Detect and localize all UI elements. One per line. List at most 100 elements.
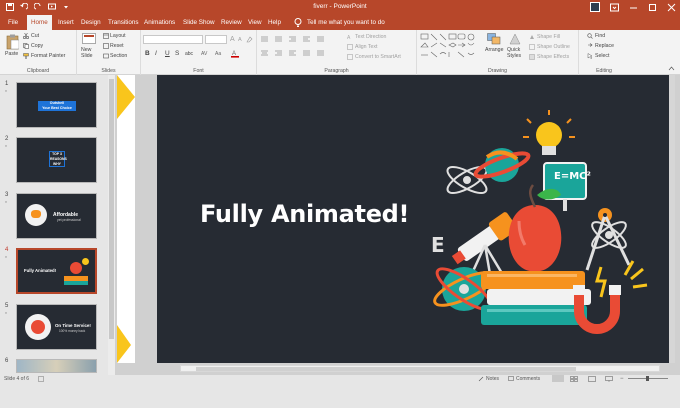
format-painter-button[interactable]: Format Painter (31, 53, 65, 59)
paste-button[interactable]: Paste (5, 51, 18, 57)
magnet-icon (573, 260, 648, 334)
slide-thumbnail-4[interactable]: 4 * Fully Animated! (0, 247, 108, 297)
replace-button[interactable]: Replace (595, 43, 614, 49)
shapes-gallery[interactable] (420, 33, 484, 61)
new-slide-icon[interactable] (82, 33, 96, 47)
tab-file[interactable]: File (4, 15, 22, 30)
italic-button[interactable]: I (155, 50, 157, 57)
layout-icon (103, 33, 109, 41)
telescope-icon (451, 212, 518, 265)
reset-button[interactable]: Reset (110, 43, 124, 49)
window-title: fiverr - PowerPoint (313, 3, 367, 10)
notes-button[interactable]: Notes (486, 376, 499, 382)
find-button[interactable]: Find (595, 33, 605, 39)
smartart-icon (347, 54, 353, 62)
comments-button[interactable]: Comments (516, 376, 540, 382)
scrollbar-thumb[interactable] (109, 79, 114, 339)
paragraph-format-icons[interactable] (261, 35, 341, 61)
underline-button[interactable]: U (165, 50, 170, 57)
text-direction-button[interactable]: Text Direction (355, 34, 386, 40)
tab-design[interactable]: Design (77, 15, 105, 30)
align-text-button[interactable]: Align Text (355, 44, 377, 50)
ribbon-display-options-icon[interactable] (610, 3, 619, 12)
font-color-icon[interactable]: A (231, 49, 240, 60)
new-slide-button[interactable]: New Slide (81, 47, 101, 59)
lightbulb-icon (294, 18, 302, 29)
clear-formatting-icon[interactable] (246, 36, 253, 45)
normal-view-icon[interactable] (552, 375, 564, 382)
maximize-icon[interactable] (648, 3, 657, 12)
shape-fill-button[interactable]: Shape Fill (537, 34, 560, 40)
thumb-bulb (82, 258, 89, 265)
tell-me-search[interactable]: Tell me what you want to do (303, 15, 389, 30)
character-spacing-icon[interactable]: AV (201, 50, 211, 59)
user-avatar[interactable] (590, 2, 600, 12)
thumbnail-image: On Time Service! 100% money back (16, 304, 97, 350)
slide-thumbnail-2[interactable]: 2 * TOP 3 REASONS WHY (0, 136, 108, 186)
thumbnail-image: Outshell Your Best Choice (16, 82, 97, 128)
select-button[interactable]: Select (595, 53, 609, 59)
tab-help[interactable]: Help (264, 15, 285, 30)
section-icon (103, 53, 109, 61)
svg-text:AV: AV (201, 51, 208, 57)
apple-icon (508, 184, 562, 272)
zoom-out-button[interactable]: − (620, 376, 624, 382)
text-direction-icon: A (347, 34, 353, 42)
slide-number: 6 (5, 358, 9, 364)
section-button[interactable]: Section (110, 53, 127, 59)
slide-thumbnail-3[interactable]: 3 * Affordable yet professional (0, 192, 108, 242)
thumb-books2 (64, 281, 88, 285)
change-case-icon[interactable]: Aa (215, 50, 225, 59)
svg-text:A: A (347, 35, 351, 40)
increase-font-button[interactable]: A (230, 36, 235, 43)
thumb-text: Fully Animated! (24, 268, 57, 273)
slide-thumbnail-6[interactable]: 6 (0, 358, 108, 408)
clipboard-label: Clipboard (26, 68, 50, 74)
text-shadow-button[interactable]: abc (185, 51, 193, 57)
ribbon: Paste Cut Copy Format Painter Clipboard … (0, 30, 680, 75)
thumbnail-scrollbar[interactable] (108, 75, 115, 375)
close-icon[interactable] (667, 3, 676, 12)
tab-home[interactable]: Home (27, 15, 52, 30)
slide-thumbnail-1[interactable]: 1 * Outshell Your Best Choice (0, 81, 108, 131)
transition-star-icon: * (5, 256, 7, 262)
svg-text:Aa: Aa (215, 51, 221, 57)
tab-animations[interactable]: Animations (140, 15, 179, 30)
paragraph-label: Paragraph (324, 68, 349, 74)
decrease-font-button[interactable]: A (238, 37, 242, 43)
quick-styles-button[interactable]: Quick Styles (507, 47, 525, 59)
reset-icon (103, 43, 109, 51)
tab-slide-show[interactable]: Slide Show (179, 15, 219, 30)
collapse-ribbon-icon[interactable] (668, 66, 675, 73)
equation-text: E=MC² (554, 171, 591, 182)
tab-transitions[interactable]: Transitions (104, 15, 143, 30)
zoom-slider-thumb[interactable] (646, 376, 649, 381)
shape-outline-button[interactable]: Shape Outline (537, 44, 570, 50)
slides-label: Slides (101, 68, 116, 74)
strikethrough-button[interactable]: S (175, 50, 179, 57)
convert-smartart-button[interactable]: Convert to SmartArt (355, 54, 401, 60)
hscroll-thumb[interactable] (196, 367, 576, 371)
slide-thumbnail-5[interactable]: 5 * On Time Service! 100% money back (0, 303, 108, 353)
font-name-dropdown[interactable] (143, 35, 203, 44)
tab-insert[interactable]: Insert (54, 15, 78, 30)
shape-effects-button[interactable]: Shape Effects (537, 54, 569, 60)
cut-button[interactable]: Cut (31, 33, 39, 39)
cut-icon (22, 32, 30, 41)
bold-button[interactable]: B (145, 50, 150, 57)
layout-button[interactable]: Layout (110, 33, 126, 39)
editor-hscroll[interactable] (180, 365, 660, 372)
tab-review[interactable]: Review (217, 15, 246, 30)
tab-view[interactable]: View (244, 15, 266, 30)
shape-effects-icon (529, 54, 535, 62)
paste-icon[interactable] (6, 34, 20, 52)
minimize-icon[interactable] (629, 3, 638, 12)
letter-e-text: E (431, 233, 445, 257)
slide-headline[interactable]: Fully Animated! (200, 200, 410, 228)
quick-styles-icon (509, 33, 521, 47)
copy-button[interactable]: Copy (31, 43, 43, 49)
font-size-dropdown[interactable] (205, 35, 227, 44)
arrange-button[interactable]: Arrange (485, 47, 503, 53)
yellow-accent-shape (117, 75, 135, 363)
thumbnail-image (16, 359, 97, 373)
